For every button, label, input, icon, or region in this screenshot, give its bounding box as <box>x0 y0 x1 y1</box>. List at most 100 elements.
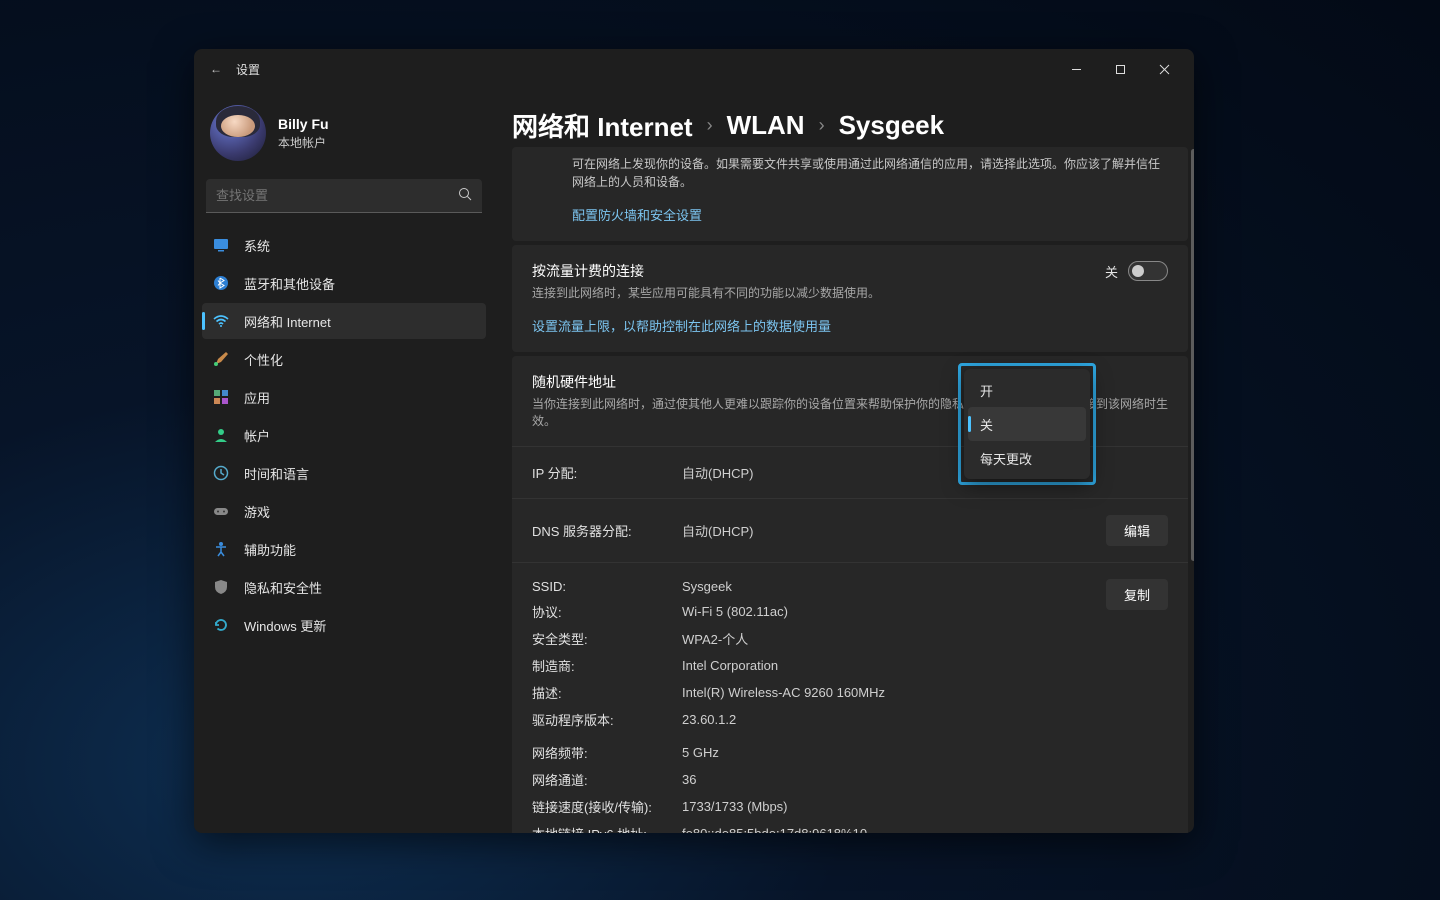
ip-key: IP 分配: <box>532 463 682 482</box>
property-row: 协议:Wi-Fi 5 (802.11ac) <box>532 602 1106 621</box>
profile-sub: 本地帐户 <box>278 134 329 151</box>
nav-label: 网络和 Internet <box>244 312 331 331</box>
property-row: 安全类型:WPA2-个人 <box>532 629 1106 648</box>
nav-label: 系统 <box>244 236 270 255</box>
close-button[interactable] <box>1142 53 1186 85</box>
property-key: 链接速度(接收/传输): <box>532 797 682 816</box>
nav-label: 蓝牙和其他设备 <box>244 274 335 293</box>
property-key: 本地链接 IPv6 地址: <box>532 824 682 833</box>
property-row: 驱动程序版本:23.60.1.2 <box>532 710 1106 729</box>
nav-label: 隐私和安全性 <box>244 578 322 597</box>
dns-value: 自动(DHCP) <box>682 521 1106 540</box>
nav-item-time[interactable]: 时间和语言 <box>202 455 486 491</box>
close-icon <box>1159 64 1170 75</box>
props-list-2: 网络频带:5 GHz网络通道:36链接速度(接收/传输):1733/1733 (… <box>532 743 1168 833</box>
titlebar: ← 设置 <box>194 49 1194 89</box>
nav-item-network[interactable]: 网络和 Internet <box>202 303 486 339</box>
nav-label: 辅助功能 <box>244 540 296 559</box>
property-key: SSID: <box>532 579 682 594</box>
property-key: 制造商: <box>532 656 682 675</box>
search-box[interactable] <box>206 179 482 213</box>
nav-label: 时间和语言 <box>244 464 309 483</box>
ip-value: 自动(DHCP) <box>682 463 1168 482</box>
crumb-current: Sysgeek <box>839 110 945 141</box>
property-value: WPA2-个人 <box>682 629 1106 648</box>
property-value: 23.60.1.2 <box>682 712 1106 727</box>
property-value: Sysgeek <box>682 579 1106 594</box>
scrollbar-thumb[interactable] <box>1191 149 1194 561</box>
nav-item-update[interactable]: Windows 更新 <box>202 607 486 643</box>
search-input[interactable] <box>216 188 458 203</box>
discovery-desc: 可在网络上发现你的设备。如果需要文件共享或使用通过此网络通信的应用，请选择此选项… <box>572 155 1168 191</box>
metered-title: 按流量计费的连接 <box>532 261 1089 281</box>
nav-label: 游戏 <box>244 502 270 521</box>
property-value: Wi-Fi 5 (802.11ac) <box>682 604 1106 619</box>
nav-label: 个性化 <box>244 350 283 369</box>
nav-list: 系统 蓝牙和其他设备 网络和 Internet 个性化 应用 <box>202 227 486 643</box>
sidebar: Billy Fu 本地帐户 系统 蓝牙和其他设备 <box>194 89 494 833</box>
minimize-icon <box>1071 64 1082 75</box>
apps-icon <box>212 388 230 406</box>
property-value: 36 <box>682 772 1168 787</box>
nav-item-system[interactable]: 系统 <box>202 227 486 263</box>
property-value: Intel(R) Wireless-AC 9260 160MHz <box>682 685 1106 700</box>
dropdown-opt-off[interactable]: 关 <box>968 407 1086 441</box>
clock-icon <box>212 464 230 482</box>
discovery-card: 可在网络上发现你的设备。如果需要文件共享或使用通过此网络通信的应用，请选择此选项… <box>512 147 1188 241</box>
gamepad-icon <box>212 502 230 520</box>
app-title: 设置 <box>236 61 260 78</box>
nav-item-accessibility[interactable]: 辅助功能 <box>202 531 486 567</box>
property-key: 安全类型: <box>532 629 682 648</box>
property-row: SSID:Sysgeek <box>532 579 1106 594</box>
bluetooth-icon <box>212 274 230 292</box>
property-row: 描述:Intel(R) Wireless-AC 9260 160MHz <box>532 683 1106 702</box>
profile-block[interactable]: Billy Fu 本地帐户 <box>202 95 486 179</box>
property-key: 协议: <box>532 602 682 621</box>
property-key: 网络频带: <box>532 743 682 762</box>
metered-card: 按流量计费的连接 连接到此网络时，某些应用可能具有不同的功能以减少数据使用。 关… <box>512 245 1188 352</box>
property-key: 网络通道: <box>532 770 682 789</box>
nav-item-gaming[interactable]: 游戏 <box>202 493 486 529</box>
nav-item-accounts[interactable]: 帐户 <box>202 417 486 453</box>
property-row: 网络频带:5 GHz <box>532 743 1168 762</box>
scrollbar[interactable] <box>1191 149 1194 813</box>
back-button[interactable]: ← <box>202 62 230 76</box>
property-row: 链接速度(接收/传输):1733/1733 (Mbps) <box>532 797 1168 816</box>
randmac-dropdown-highlight: 开 关 每天更改 <box>958 363 1096 485</box>
crumb-wlan[interactable]: WLAN <box>727 110 805 141</box>
maximize-button[interactable] <box>1098 53 1142 85</box>
nav-item-personalization[interactable]: 个性化 <box>202 341 486 377</box>
shield-icon <box>212 578 230 596</box>
metered-toggle[interactable] <box>1128 261 1168 281</box>
accessibility-icon <box>212 540 230 558</box>
avatar <box>210 105 266 161</box>
nav-label: 帐户 <box>244 426 270 445</box>
nav-item-bluetooth[interactable]: 蓝牙和其他设备 <box>202 265 486 301</box>
property-value: Intel Corporation <box>682 658 1106 673</box>
dns-edit-button[interactable]: 编辑 <box>1106 515 1168 546</box>
minimize-button[interactable] <box>1054 53 1098 85</box>
person-icon <box>212 426 230 444</box>
copy-button[interactable]: 复制 <box>1106 579 1168 610</box>
property-key: 描述: <box>532 683 682 702</box>
crumb-network[interactable]: 网络和 Internet <box>512 107 693 144</box>
dropdown-opt-on[interactable]: 开 <box>964 373 1090 407</box>
metered-toggle-label: 关 <box>1105 262 1118 281</box>
content-scroll: 可在网络上发现你的设备。如果需要文件共享或使用通过此网络通信的应用，请选择此选项… <box>512 147 1188 833</box>
randmac-dropdown[interactable]: 开 关 每天更改 <box>964 369 1090 479</box>
firewall-link[interactable]: 配置防火墙和安全设置 <box>572 205 702 224</box>
metered-link[interactable]: 设置流量上限，以帮助控制在此网络上的数据使用量 <box>532 316 831 335</box>
breadcrumb: 网络和 Internet › WLAN › Sysgeek <box>512 89 1170 152</box>
dropdown-opt-daily[interactable]: 每天更改 <box>964 441 1090 475</box>
settings-window: ← 设置 Billy Fu 本地帐户 <box>194 49 1194 833</box>
property-value: 5 GHz <box>682 745 1168 760</box>
chevron-right-icon: › <box>819 115 825 136</box>
nav-item-privacy[interactable]: 隐私和安全性 <box>202 569 486 605</box>
search-icon <box>458 187 472 204</box>
main-panel: 网络和 Internet › WLAN › Sysgeek 可在网络上发现你的设… <box>494 89 1194 833</box>
property-row: 本地链接 IPv6 地址:fe80::de85:5bde:17d8:9618%1… <box>532 824 1168 833</box>
property-row: 网络通道:36 <box>532 770 1168 789</box>
property-row: 制造商:Intel Corporation <box>532 656 1106 675</box>
nav-item-apps[interactable]: 应用 <box>202 379 486 415</box>
dns-key: DNS 服务器分配: <box>532 521 682 540</box>
